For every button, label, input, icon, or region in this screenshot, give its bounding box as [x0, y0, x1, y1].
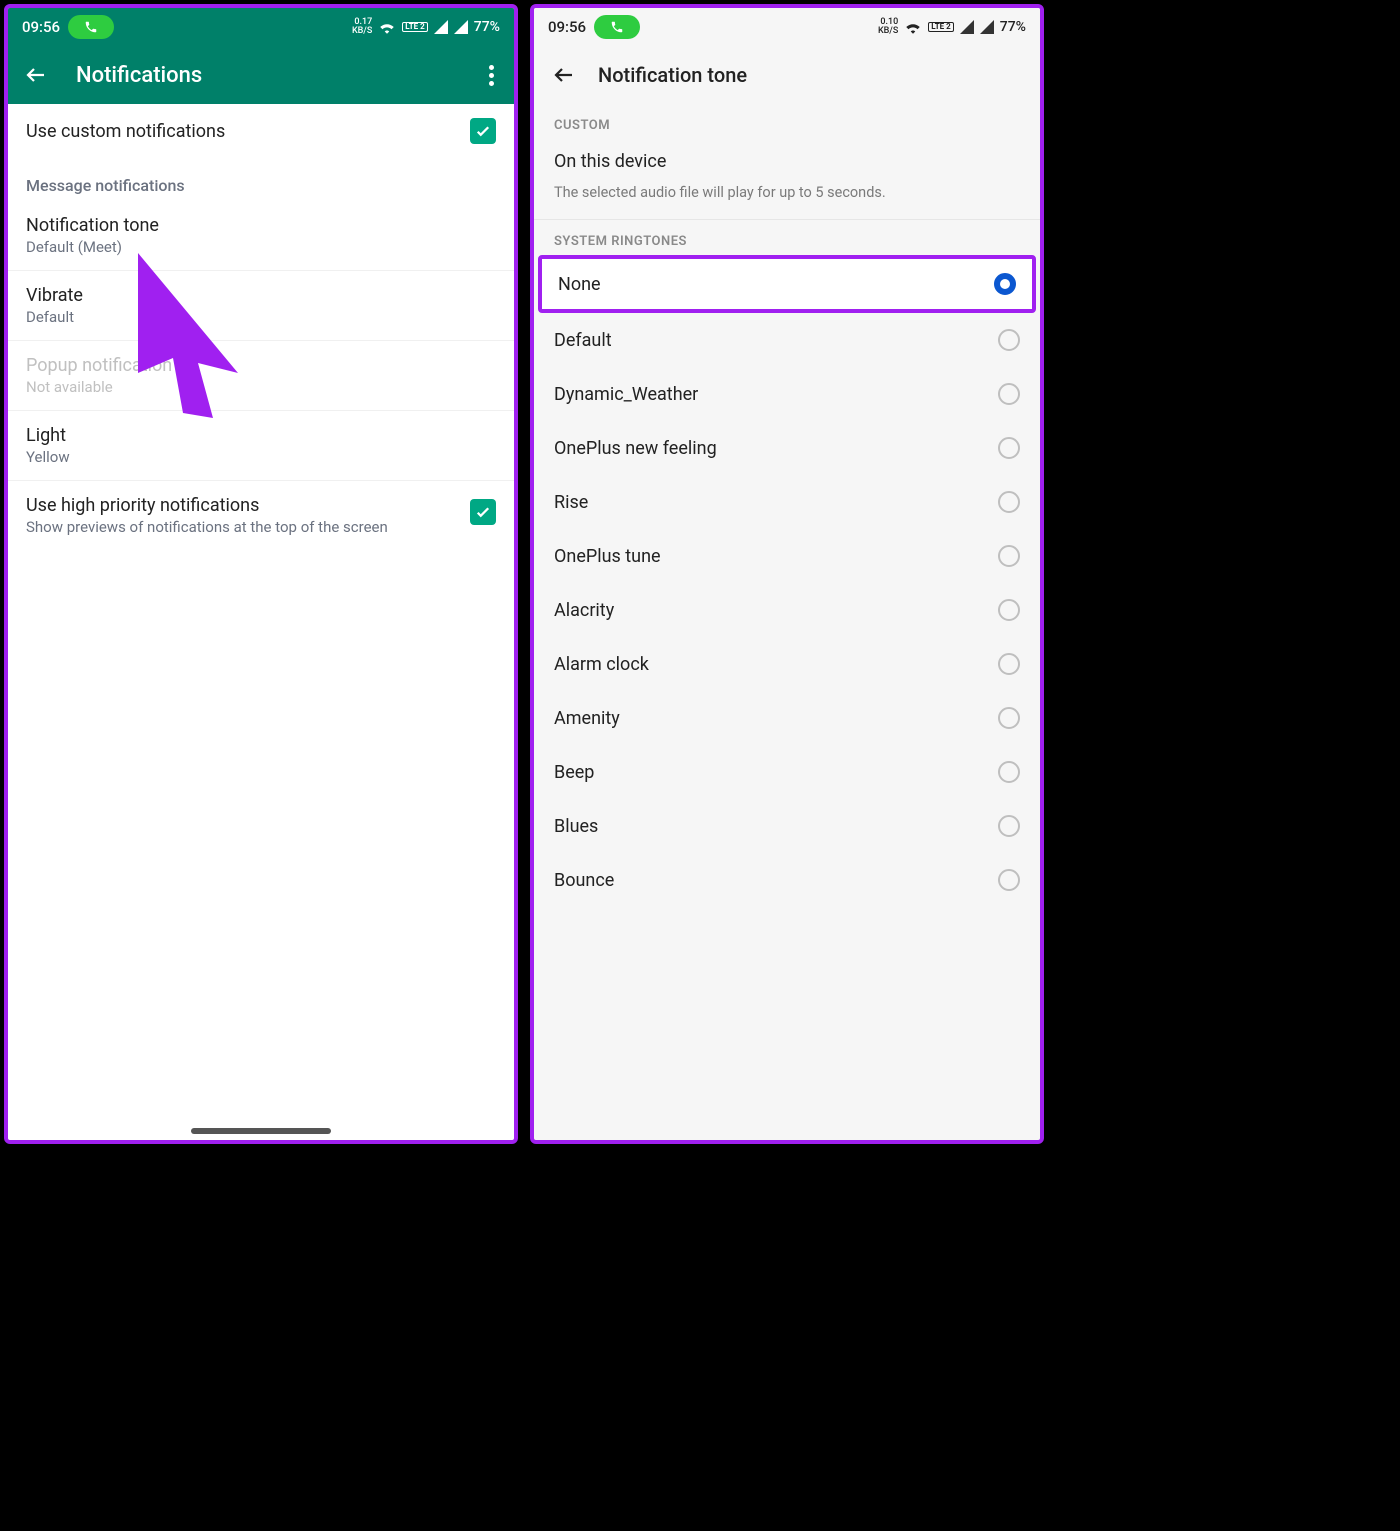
ringtone-radio[interactable] — [998, 869, 1020, 891]
ringtone-label: OnePlus new feeling — [554, 438, 998, 459]
ringtone-radio[interactable] — [998, 761, 1020, 783]
ringtone-label: Beep — [554, 762, 998, 783]
ongoing-call-pill[interactable] — [68, 15, 114, 39]
custom-description: The selected audio file will play for up… — [534, 180, 1040, 220]
ringtone-row-alarm-clock[interactable]: Alarm clock — [534, 637, 1040, 691]
setting-row-light[interactable]: Light Yellow — [8, 411, 514, 481]
app-bar: Notifications — [8, 46, 514, 104]
ringtone-radio[interactable] — [998, 707, 1020, 729]
ringtone-row-oneplus-tune[interactable]: OnePlus tune — [534, 529, 1040, 583]
setting-title: Notification tone — [26, 215, 496, 236]
ringtone-row-none[interactable]: None — [538, 255, 1036, 313]
use-high-priority-row[interactable]: Use high priority notifications Show pre… — [8, 481, 514, 550]
section-header-custom: CUSTOM — [534, 104, 1040, 139]
on-this-device-row[interactable]: On this device — [534, 139, 1040, 180]
ongoing-call-pill[interactable] — [594, 15, 640, 39]
ringtone-row-alacrity[interactable]: Alacrity — [534, 583, 1040, 637]
ringtone-label: Rise — [554, 492, 998, 513]
ringtone-label: Amenity — [554, 708, 998, 729]
page-title: Notification tone — [598, 63, 747, 87]
section-header-message-notifications: Message notifications — [8, 158, 514, 201]
status-time: 09:56 — [548, 18, 586, 36]
high-priority-checkbox[interactable] — [470, 499, 496, 525]
battery-percentage: 77% — [474, 19, 500, 35]
setting-sub: Not available — [26, 378, 496, 396]
setting-title: Vibrate — [26, 285, 496, 306]
signal-1-icon — [960, 20, 974, 34]
setting-row-vibrate[interactable]: Vibrate Default — [8, 271, 514, 341]
setting-title: Light — [26, 425, 496, 446]
data-speed-indicator: 0.10KB/S — [878, 18, 898, 36]
ringtone-label: Default — [554, 330, 998, 351]
ringtone-radio[interactable] — [998, 491, 1020, 513]
setting-row-notification-tone[interactable]: Notification tone Default (Meet) — [8, 201, 514, 271]
ringtone-radio[interactable] — [998, 383, 1020, 405]
setting-row-popup-notification: Popup notification Not available — [8, 341, 514, 411]
section-header-system-ringtones: SYSTEM RINGTONES — [534, 220, 1040, 255]
use-custom-label: Use custom notifications — [26, 121, 470, 142]
ringtone-row-amenity[interactable]: Amenity — [534, 691, 1040, 745]
page-title: Notifications — [76, 63, 202, 88]
data-speed-indicator: 0.17KB/S — [352, 18, 372, 36]
ringtone-label: Alarm clock — [554, 654, 998, 675]
left-phone-screenshot: 09:56 0.17KB/S LTE 2 77% Notifications U… — [4, 4, 518, 1144]
ringtone-radio[interactable] — [998, 329, 1020, 351]
ringtone-radio[interactable] — [998, 599, 1020, 621]
setting-sub: Default (Meet) — [26, 238, 496, 256]
use-custom-checkbox[interactable] — [470, 118, 496, 144]
ringtone-row-oneplus-new-feeling[interactable]: OnePlus new feeling — [534, 421, 1040, 475]
ringtone-label: None — [558, 274, 994, 295]
use-custom-notifications-row[interactable]: Use custom notifications — [8, 104, 514, 158]
ringtone-label: Dynamic_Weather — [554, 384, 998, 405]
more-options-icon[interactable] — [485, 61, 498, 90]
ringtone-row-blues[interactable]: Blues — [534, 799, 1040, 853]
ringtone-radio[interactable] — [994, 273, 1016, 295]
ringtone-radio[interactable] — [998, 653, 1020, 675]
ringtone-label: Alacrity — [554, 600, 998, 621]
ringtone-label: Blues — [554, 816, 998, 837]
lte-icon: LTE 2 — [928, 22, 953, 33]
right-phone-screenshot: 09:56 0.10KB/S LTE 2 77% Notification to… — [530, 4, 1044, 1144]
high-priority-sub: Show previews of notifications at the to… — [26, 518, 470, 536]
status-bar: 09:56 0.17KB/S LTE 2 77% — [8, 8, 514, 46]
ringtone-radio[interactable] — [998, 815, 1020, 837]
signal-2-icon — [980, 20, 994, 34]
setting-sub: Yellow — [26, 448, 496, 466]
ringtone-radio[interactable] — [998, 545, 1020, 567]
back-icon[interactable] — [24, 63, 48, 87]
ringtone-row-bounce[interactable]: Bounce — [534, 853, 1040, 907]
ringtone-label: Bounce — [554, 870, 998, 891]
ringtone-row-beep[interactable]: Beep — [534, 745, 1040, 799]
wifi-icon — [378, 20, 396, 34]
app-bar: Notification tone — [534, 46, 1040, 104]
ringtone-row-default[interactable]: Default — [534, 313, 1040, 367]
signal-2-icon — [454, 20, 468, 34]
back-icon[interactable] — [552, 63, 576, 87]
ringtone-label: OnePlus tune — [554, 546, 998, 567]
status-bar: 09:56 0.10KB/S LTE 2 77% — [534, 8, 1040, 46]
ringtone-row-rise[interactable]: Rise — [534, 475, 1040, 529]
wifi-icon — [904, 20, 922, 34]
nav-handle[interactable] — [191, 1128, 331, 1134]
high-priority-title: Use high priority notifications — [26, 495, 470, 516]
battery-percentage: 77% — [1000, 19, 1026, 35]
signal-1-icon — [434, 20, 448, 34]
ringtone-radio[interactable] — [998, 437, 1020, 459]
setting-sub: Default — [26, 308, 496, 326]
setting-title: Popup notification — [26, 355, 496, 376]
ringtone-row-dynamic-weather[interactable]: Dynamic_Weather — [534, 367, 1040, 421]
lte-icon: LTE 2 — [402, 22, 427, 33]
status-time: 09:56 — [22, 18, 60, 36]
